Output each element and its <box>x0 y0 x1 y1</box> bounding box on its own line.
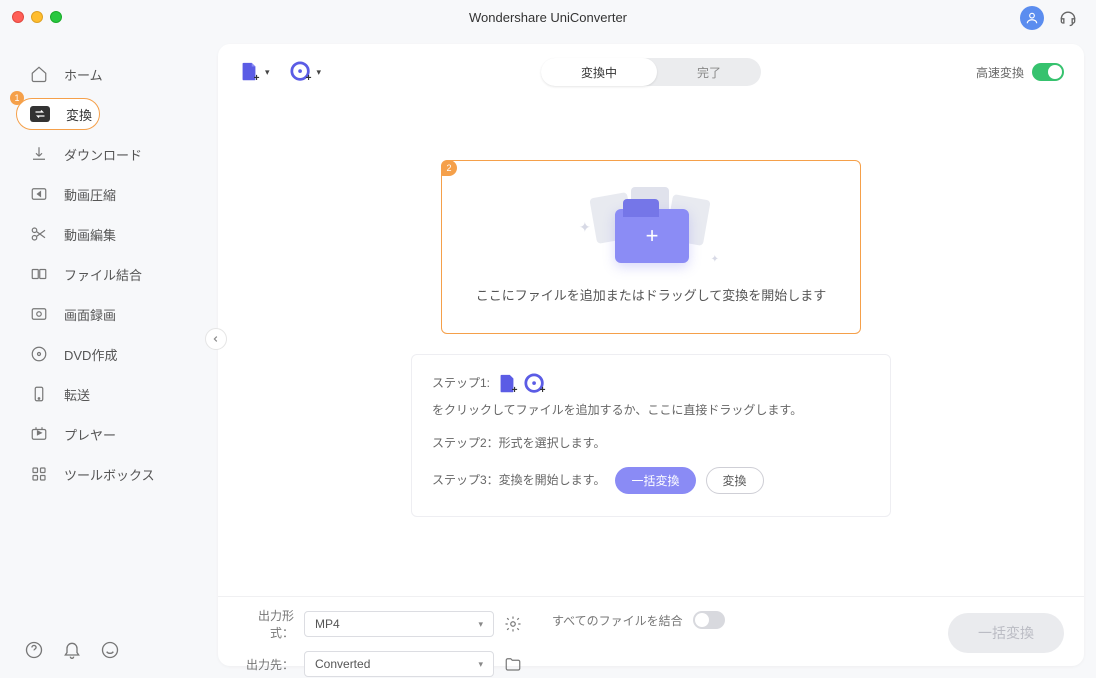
home-icon <box>30 65 48 83</box>
fast-convert-label: 高速変換 <box>976 64 1024 81</box>
sidebar-item-label: 動画圧縮 <box>64 185 116 204</box>
sidebar-item-label: ツールボックス <box>64 465 155 484</box>
close-icon[interactable] <box>12 11 24 23</box>
chevron-down-icon: ▾ <box>265 67 270 78</box>
sidebar-item-edit[interactable]: 動画編集 <box>0 214 218 254</box>
toolbox-icon <box>30 465 48 483</box>
disc-icon <box>30 345 48 363</box>
step-badge: 2 <box>441 160 457 176</box>
notification-icon[interactable] <box>62 640 82 660</box>
user-avatar[interactable] <box>1020 6 1044 30</box>
sidebar-item-label: DVD作成 <box>64 345 117 364</box>
drop-zone-text: ここにファイルを追加またはドラッグして変換を開始します <box>476 285 827 304</box>
chevron-down-icon: ▾ <box>317 67 322 78</box>
tab-converting[interactable]: 変換中 <box>541 58 657 86</box>
open-folder-icon[interactable] <box>504 656 522 672</box>
step-badge: 1 <box>10 91 24 105</box>
disc-plus-icon: + <box>524 373 546 395</box>
sidebar-item-transfer[interactable]: 転送 <box>0 374 218 414</box>
sidebar-item-record[interactable]: 画面録画 <box>0 294 218 334</box>
scissors-icon <box>30 225 48 243</box>
sidebar-item-player[interactable]: プレヤー <box>0 414 218 454</box>
support-icon[interactable] <box>1058 8 1078 28</box>
step3-text: ステップ3：変換を開始します。 <box>432 471 605 490</box>
sidebar-item-label: 画面録画 <box>64 305 116 324</box>
sidebar-item-toolbox[interactable]: ツールボックス <box>0 454 218 494</box>
svg-text:+: + <box>305 73 311 83</box>
convert-button[interactable]: 変換 <box>706 467 764 494</box>
file-plus-icon: + <box>238 61 260 83</box>
output-format-select[interactable]: MP4 ▾ <box>304 611 494 637</box>
record-icon <box>30 305 48 323</box>
compress-icon <box>30 185 48 203</box>
output-dest-select[interactable]: Converted ▾ <box>304 651 494 677</box>
sidebar-item-dvd[interactable]: DVD作成 <box>0 334 218 374</box>
merge-icon <box>30 265 48 283</box>
collapse-sidebar-button[interactable] <box>205 328 227 350</box>
file-plus-icon: + <box>496 373 518 395</box>
output-format-label: 出力形式： <box>238 607 294 641</box>
feedback-icon[interactable] <box>100 640 120 660</box>
sidebar-item-label: ダウンロード <box>64 145 142 164</box>
settings-icon[interactable] <box>504 615 522 633</box>
sidebar-item-label: ホーム <box>64 65 103 84</box>
sidebar-item-label: ファイル結合 <box>64 265 142 284</box>
titlebar: Wondershare UniConverter <box>0 0 1096 34</box>
batch-convert-main-button: 一括変換 <box>948 613 1064 653</box>
user-icon <box>1025 11 1039 25</box>
transfer-icon <box>30 385 48 403</box>
chevron-down-icon: ▾ <box>478 619 483 630</box>
sidebar-item-label: 変換 <box>66 105 92 124</box>
convert-icon <box>34 109 46 119</box>
plus-icon: + <box>646 223 659 249</box>
player-icon <box>30 425 48 443</box>
add-disc-button[interactable]: + ▾ <box>290 61 322 83</box>
disc-plus-icon: + <box>290 61 312 83</box>
help-icon[interactable] <box>24 640 44 660</box>
chevron-left-icon <box>212 335 220 343</box>
output-dest-label: 出力先： <box>238 656 294 673</box>
step1-suffix: をクリックしてファイルを追加するか、ここに直接ドラッグします。 <box>432 401 802 420</box>
step1-prefix: ステップ1: <box>432 374 490 393</box>
sidebar-item-merge[interactable]: ファイル結合 <box>0 254 218 294</box>
app-title: Wondershare UniConverter <box>469 10 627 25</box>
minimize-icon[interactable] <box>31 11 43 23</box>
add-file-button[interactable]: + ▾ <box>238 61 270 83</box>
maximize-icon[interactable] <box>50 11 62 23</box>
merge-all-label: すべてのファイルを結合 <box>552 612 683 629</box>
sidebar-item-label: 転送 <box>64 385 90 404</box>
batch-convert-button[interactable]: 一括変換 <box>615 467 695 494</box>
sidebar-item-label: プレヤー <box>64 425 116 444</box>
merge-all-toggle[interactable] <box>693 611 725 629</box>
tab-switcher: 変換中 完了 <box>541 58 761 86</box>
svg-text:+: + <box>540 385 546 395</box>
sidebar-item-label: 動画編集 <box>64 225 116 244</box>
svg-text:+: + <box>254 73 260 83</box>
sidebar-item-compress[interactable]: 動画圧縮 <box>0 174 218 214</box>
step2-text: ステップ2：形式を選択します。 <box>432 434 870 453</box>
main-panel: + ▾ + ▾ 変換中 完了 高速変換 2 <box>218 44 1084 666</box>
svg-text:+: + <box>512 385 518 395</box>
tab-done[interactable]: 完了 <box>657 58 761 86</box>
steps-panel: ステップ1: + + をクリックしてファイルを追加するか、ここに直接ドラッグしま… <box>411 354 891 517</box>
sidebar: ホーム 1 変換 ダウンロード 動画圧縮 動画編集 <box>0 34 218 678</box>
folder-graphic: ✦✦ + <box>591 191 711 271</box>
fast-convert-toggle[interactable] <box>1032 63 1064 81</box>
sidebar-item-download[interactable]: ダウンロード <box>0 134 218 174</box>
download-icon <box>30 145 48 163</box>
sidebar-item-home[interactable]: ホーム <box>0 54 218 94</box>
sidebar-item-convert[interactable]: 1 変換 <box>0 94 218 134</box>
drop-zone[interactable]: 2 ✦✦ + ここにファイルを追加またはドラッグして変換を開始します <box>441 160 861 334</box>
chevron-down-icon: ▾ <box>478 659 483 670</box>
